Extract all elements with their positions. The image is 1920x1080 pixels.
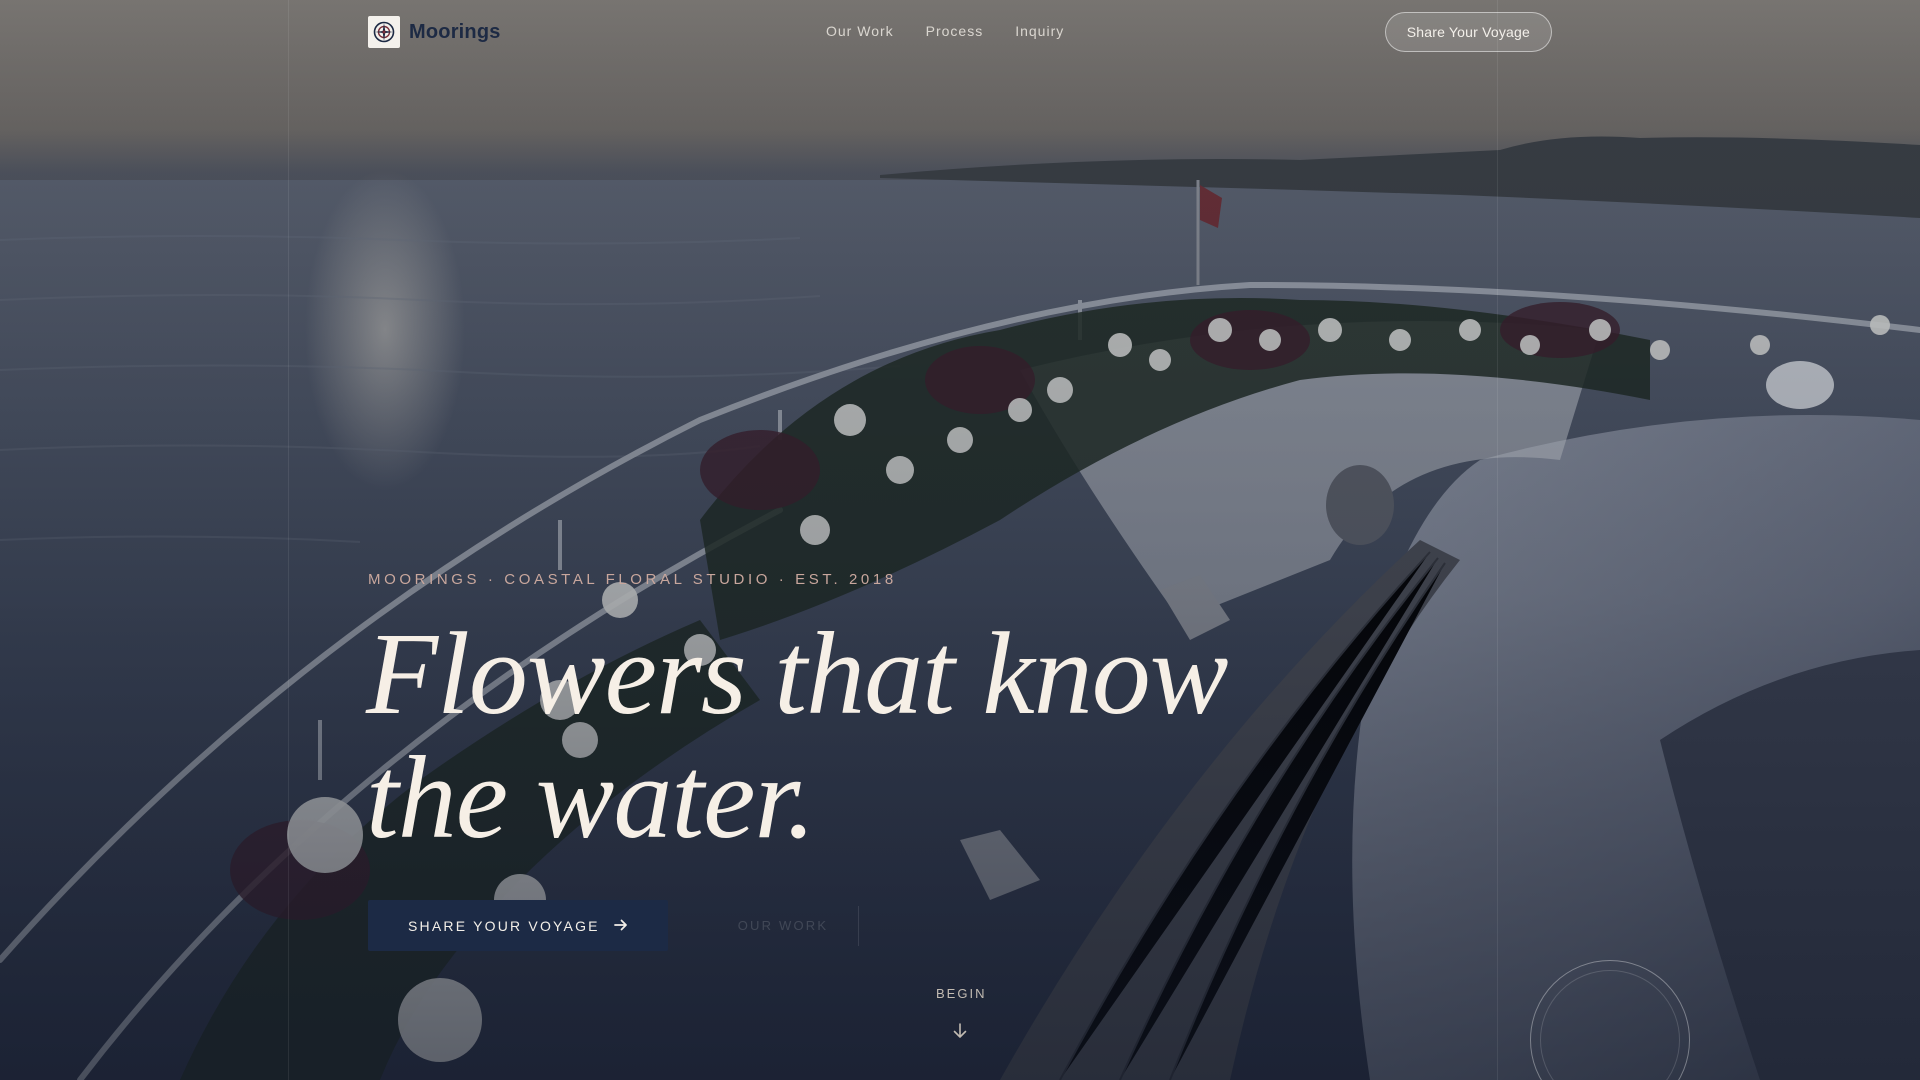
guide-line-left: [288, 0, 289, 1080]
nav-link-inquiry[interactable]: Inquiry: [1015, 23, 1064, 39]
share-voyage-nav-button[interactable]: Share Your Voyage: [1384, 12, 1552, 52]
compass-icon: [368, 16, 400, 48]
brand-name: Moorings: [409, 20, 501, 43]
arrow-down-icon[interactable]: [951, 1022, 969, 1045]
hero-cta-row: SHARE YOUR VOYAGE OUR WORK: [368, 900, 860, 951]
nav-link-process[interactable]: Process: [926, 23, 984, 39]
headline-line-2: the water.: [366, 732, 816, 863]
top-navigation: Moorings Our Work Process Inquiry Share …: [368, 12, 1552, 52]
hero-headline: Flowers that know the water.: [366, 612, 1366, 860]
brand-link[interactable]: Moorings: [368, 16, 501, 48]
share-voyage-label: SHARE YOUR VOYAGE: [408, 917, 600, 934]
nav-link-our-work[interactable]: Our Work: [826, 23, 894, 39]
scroll-label[interactable]: BEGIN: [936, 986, 984, 1001]
nav-links: Our Work Process Inquiry: [826, 23, 1064, 39]
hero-eyebrow: MOORINGS · COASTAL FLORAL STUDIO · EST. …: [368, 571, 897, 588]
arrow-right-icon: [613, 918, 628, 934]
guide-line-right: [1497, 0, 1498, 1080]
share-voyage-button[interactable]: SHARE YOUR VOYAGE: [368, 900, 668, 951]
headline-line-1: Flowers that know: [366, 608, 1228, 739]
our-work-button[interactable]: OUR WORK: [726, 905, 860, 946]
